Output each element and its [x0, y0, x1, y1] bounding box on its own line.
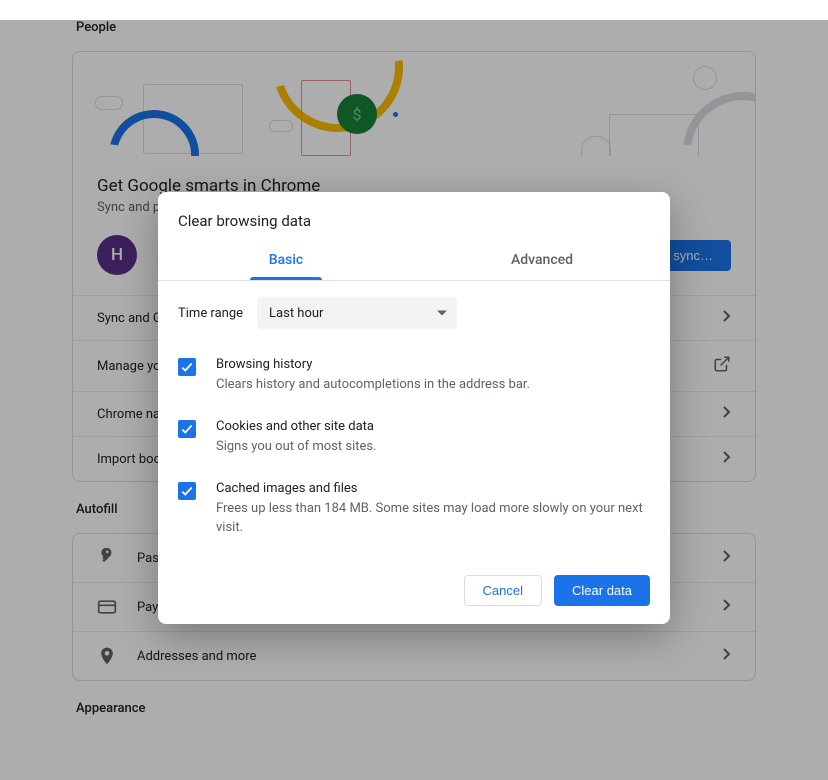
- tab-basic[interactable]: Basic: [158, 242, 414, 280]
- check-desc: Clears history and autocompletions in th…: [216, 376, 530, 395]
- time-range-value: Last hour: [269, 306, 323, 321]
- caret-down-icon: [437, 311, 447, 316]
- dialog-scrim: Clear browsing data Basic Advanced Time …: [0, 20, 828, 780]
- check-desc: Signs you out of most sites.: [216, 438, 377, 457]
- time-range-row: Time range Last hour: [178, 297, 650, 329]
- clear-data-button[interactable]: Clear data: [554, 575, 650, 606]
- check-title: Browsing history: [216, 357, 530, 372]
- dialog-body: Time range Last hour Browsing history Cl…: [158, 281, 670, 559]
- checkbox-cookies[interactable]: [178, 420, 196, 438]
- time-range-select[interactable]: Last hour: [257, 297, 457, 329]
- dialog-title: Clear browsing data: [158, 192, 670, 242]
- check-title: Cookies and other site data: [216, 419, 377, 434]
- check-cache: Cached images and files Frees up less th…: [178, 471, 650, 552]
- time-range-label: Time range: [178, 306, 243, 321]
- checkbox-browsing-history[interactable]: [178, 358, 196, 376]
- clear-browsing-data-dialog: Clear browsing data Basic Advanced Time …: [158, 192, 670, 624]
- tab-advanced[interactable]: Advanced: [414, 242, 670, 280]
- check-cookies: Cookies and other site data Signs you ou…: [178, 409, 650, 471]
- dialog-actions: Cancel Clear data: [158, 559, 670, 624]
- checkbox-cache[interactable]: [178, 482, 196, 500]
- check-title: Cached images and files: [216, 481, 650, 496]
- dialog-tabs: Basic Advanced: [158, 242, 670, 281]
- check-browsing-history: Browsing history Clears history and auto…: [178, 347, 650, 409]
- check-desc: Frees up less than 184 MB. Some sites ma…: [216, 500, 650, 538]
- cancel-button[interactable]: Cancel: [464, 575, 542, 606]
